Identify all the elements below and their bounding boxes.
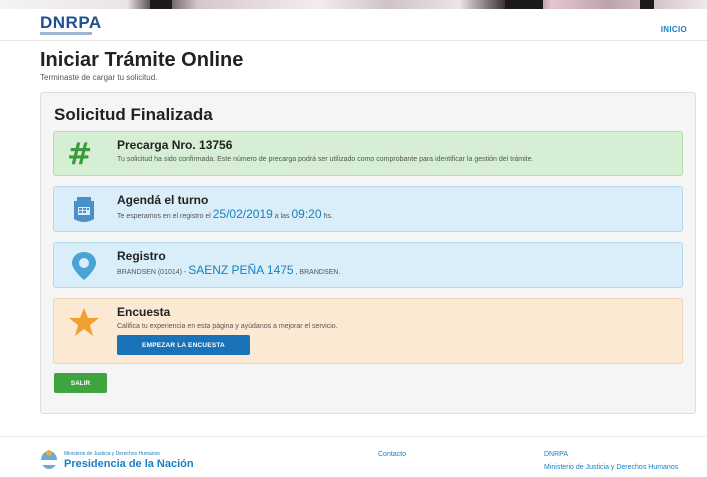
footer-dnrpa-link[interactable]: DNRPA (544, 451, 568, 458)
footer-ministerio-link[interactable]: Ministerio de Justicia y Derechos Humano… (544, 463, 694, 473)
turno-text-pre: Te esperamos en el registro el (117, 213, 211, 220)
site-header: DNRPA INICIO (0, 9, 707, 41)
top-banner-strip (0, 0, 707, 9)
turno-date: 25/02/2019 (212, 207, 273, 221)
footer-presidencia[interactable]: Presidencia de la Nación (64, 458, 194, 470)
registro-text-pre: BRANDSEN (01014) - (117, 269, 187, 276)
turno-card: Agendá el turno Te esperamos en el regis… (53, 186, 683, 232)
logo-underline (40, 32, 92, 35)
turno-time: 09:20 (291, 207, 322, 221)
hash-icon: # (67, 137, 93, 172)
argentina-emblem-icon (40, 449, 58, 469)
encuesta-card: Encuesta Califica tu experiencia en esta… (53, 298, 683, 364)
star-icon (67, 307, 101, 337)
map-pin-icon (67, 251, 101, 281)
calendar-tag-icon (67, 195, 101, 225)
encuesta-text: Califica tu experiencia en esta página y… (117, 323, 338, 330)
dnrpa-logo[interactable]: DNRPA (40, 13, 102, 33)
salir-button[interactable]: SALIR (54, 373, 107, 393)
site-footer: Ministerio de Justicia y Derechos Humano… (0, 436, 707, 477)
registro-text-post: , BRANDSEN. (295, 269, 341, 276)
registro-text: BRANDSEN (01014) - SAENZ PEÑA 1475 , BRA… (117, 263, 677, 277)
solicitud-panel: Solicitud Finalizada # Precarga Nro. 137… (40, 92, 696, 414)
encuesta-title: Encuesta (117, 305, 171, 319)
registro-card: Registro BRANDSEN (01014) - SAENZ PEÑA 1… (53, 242, 683, 288)
registro-address: SAENZ PEÑA 1475 (188, 263, 294, 277)
precarga-title: Precarga Nro. 13756 (117, 138, 233, 152)
turno-text-post: hs. (323, 213, 333, 220)
precarga-text: Tu solicitud ha sido confirmada. Este nú… (117, 156, 534, 163)
empezar-encuesta-button[interactable]: EMPEZAR LA ENCUESTA (117, 335, 250, 355)
turno-title: Agendá el turno (117, 193, 209, 207)
panel-title: Solicitud Finalizada (54, 105, 213, 124)
footer-ministerio-small: Ministerio de Justicia y Derechos Humano… (64, 451, 160, 457)
turno-text-mid: a las (274, 213, 290, 220)
page-title: Iniciar Trámite Online (40, 49, 244, 71)
nav-inicio-link[interactable]: INICIO (661, 25, 687, 34)
footer-contacto-link[interactable]: Contacto (378, 451, 406, 458)
precarga-card: # Precarga Nro. 13756 Tu solicitud ha si… (53, 131, 683, 176)
turno-text: Te esperamos en el registro el 25/02/201… (117, 207, 677, 221)
page-subtitle: Terminaste de cargar tu solicitud. (40, 73, 158, 82)
registro-title: Registro (117, 249, 166, 263)
